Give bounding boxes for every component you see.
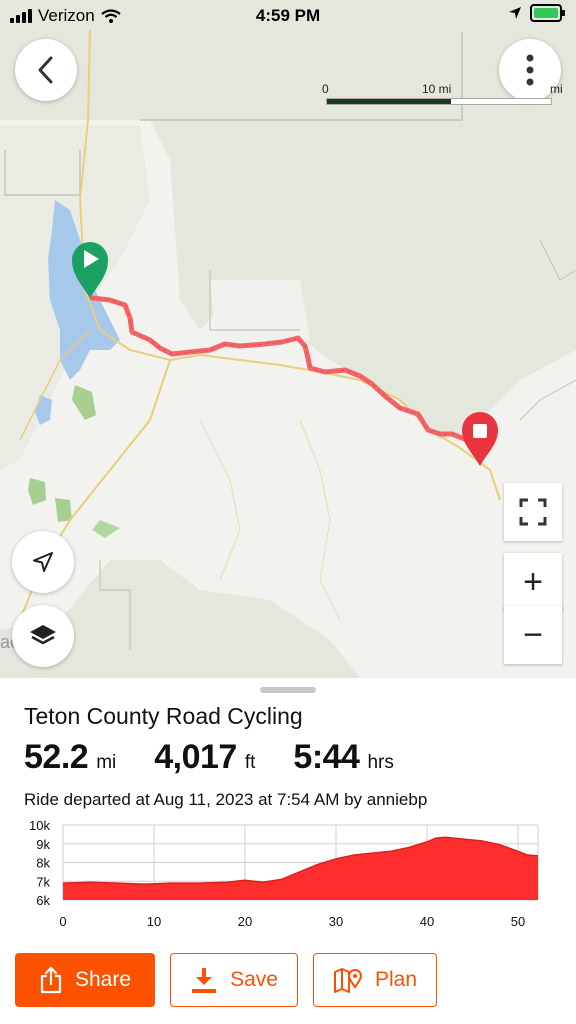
scale-label-start: 0 <box>322 82 329 96</box>
sheet-drag-handle[interactable] <box>260 687 316 693</box>
location-services-icon <box>509 7 521 19</box>
zoom-in-button[interactable]: + <box>504 553 562 611</box>
battery-icon <box>530 4 565 22</box>
activity-title: Teton County Road Cycling <box>24 703 303 729</box>
distance-value: 52.2 <box>24 738 89 776</box>
activity-subtitle: Ride departed at Aug 11, 2023 at 7:54 AM… <box>24 790 428 809</box>
location-arrow-icon <box>33 552 53 572</box>
time-unit: hrs <box>367 752 394 773</box>
y-tick-label: 6k <box>36 893 50 908</box>
distance-unit: mi <box>96 752 117 773</box>
elevation-stat: 4,017 ft <box>154 738 255 777</box>
fullscreen-button[interactable] <box>504 483 562 541</box>
y-tick-label: 9k <box>36 837 50 852</box>
scale-label-mid: 10 mi <box>422 82 452 96</box>
map-view[interactable]: ac Verizon 4:59 PM 0 10 mi mi + − <box>0 0 576 678</box>
action-bar: Share Save Plan <box>15 953 437 1007</box>
zoom-out-icon: − <box>523 615 543 654</box>
distance-stat: 52.2 mi <box>24 738 116 777</box>
elevation-profile-chart[interactable]: 10k 9k 8k 7k 6k 0 10 20 30 40 50 <box>20 815 550 933</box>
x-tick-label: 20 <box>238 914 252 929</box>
x-tick-label: 30 <box>329 914 343 929</box>
x-tick-label: 10 <box>147 914 161 929</box>
zoom-out-button[interactable]: − <box>504 606 562 664</box>
plan-label: Plan <box>374 968 418 991</box>
back-icon <box>38 56 53 84</box>
x-tick-label: 0 <box>59 914 66 929</box>
y-tick-label: 7k <box>36 874 50 889</box>
share-icon <box>40 966 62 994</box>
y-tick-label: 8k <box>36 856 50 871</box>
share-button[interactable]: Share <box>15 953 155 1007</box>
time-value: 5:44 <box>293 738 360 776</box>
scale-label-end: mi <box>550 82 563 96</box>
save-button[interactable]: Save <box>170 953 298 1007</box>
map-layers-button[interactable] <box>12 605 74 667</box>
map-pin-icon <box>333 968 362 993</box>
save-label: Save <box>230 968 278 991</box>
download-icon <box>192 968 217 993</box>
layers-icon <box>30 625 56 645</box>
elevation-area <box>63 837 538 900</box>
status-time: 4:59 PM <box>255 6 321 25</box>
share-label: Share <box>74 968 132 991</box>
back-button[interactable] <box>15 39 77 101</box>
plan-button[interactable]: Plan <box>313 953 437 1007</box>
status-bar: Verizon 4:59 PM <box>0 0 576 32</box>
activity-stats: 52.2 mi 4,017 ft 5:44 hrs <box>24 738 432 777</box>
map-scale-bar: 0 10 mi mi <box>322 82 563 108</box>
locate-me-button[interactable] <box>12 531 74 593</box>
elevation-value: 4,017 <box>154 738 237 776</box>
x-tick-label: 50 <box>511 914 525 929</box>
elevation-unit: ft <box>244 752 256 773</box>
zoom-in-icon: + <box>523 562 543 601</box>
y-tick-label: 10k <box>29 818 50 833</box>
x-tick-label: 40 <box>420 914 434 929</box>
time-stat: 5:44 hrs <box>293 738 393 777</box>
fullscreen-icon <box>519 498 547 526</box>
